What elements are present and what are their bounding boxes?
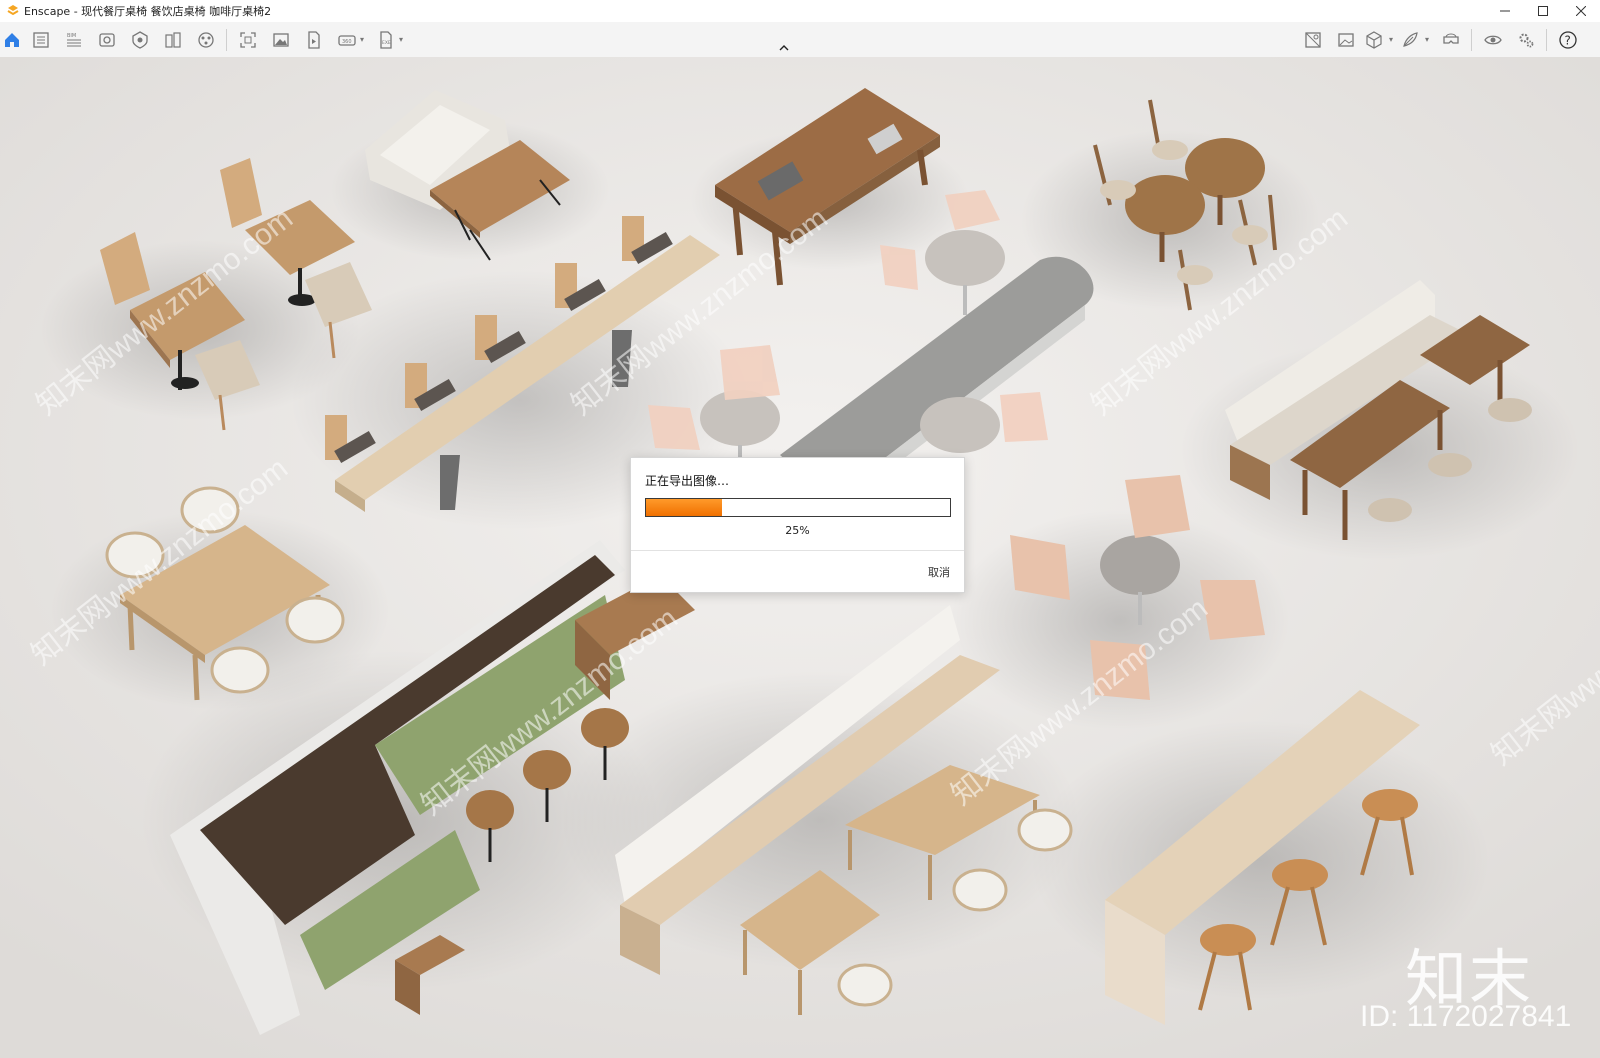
help-button[interactable]: ? [1551,22,1584,57]
progress-bar-fill [646,499,722,516]
image-icon [1337,32,1354,47]
toolbar-separator [226,28,227,51]
video-export-icon [307,30,320,49]
toolbar-left-group: BIM 360 ▾ EXE ▾ [0,22,408,57]
view-management-icon [32,31,49,48]
chevron-up-icon [779,45,789,51]
dialog-divider [631,550,964,551]
screenshot-icon [239,31,256,48]
export-progress-dialog: 正在导出图像… 25% 取消 [630,457,965,593]
svg-text:EXE: EXE [382,40,391,46]
video-export-button[interactable] [297,22,330,57]
eye-button[interactable] [1476,22,1509,57]
svg-text:BIM: BIM [67,33,76,39]
asset-library-icon [197,31,214,48]
capture-icon [1304,31,1321,48]
maximize-button[interactable] [1524,0,1562,22]
title-bar: Enscape - 现代餐厅桌椅 餐饮店桌椅 咖啡厅桌椅2 [0,0,1600,22]
safe-frame-button[interactable] [123,22,156,57]
exe-export-button[interactable]: EXE [369,22,402,57]
close-button[interactable] [1562,0,1600,22]
feather-button[interactable] [1398,22,1422,57]
cube-button[interactable] [1362,22,1386,57]
settings-icon [1519,33,1533,47]
panorama-button[interactable]: 360 [330,22,363,57]
toolbar-separator [1546,28,1547,51]
batch-render-icon [272,32,289,47]
eye-icon [1483,35,1502,44]
safe-frame-icon [131,30,148,49]
toolbar-right-group: ▾ ▾ ? [1296,22,1584,57]
svg-text:?: ? [1564,33,1570,47]
progress-bar [645,498,951,517]
clip-planes-icon [164,31,181,48]
image-button[interactable] [1329,22,1362,57]
home-icon [5,32,19,47]
progress-percent: 25% [785,524,810,537]
visual-settings-icon [98,32,115,47]
vr-headset-button[interactable] [1434,22,1467,57]
svg-text:360: 360 [342,39,352,45]
bim-icon: BIM [66,33,81,46]
cube-icon [1366,30,1382,49]
view-management-button[interactable] [24,22,57,57]
capture-button[interactable] [1296,22,1329,57]
vr-headset-icon [1442,33,1459,44]
bim-button[interactable]: BIM [57,22,90,57]
window-title: Enscape - 现代餐厅桌椅 餐饮店桌椅 咖啡厅桌椅2 [24,5,272,18]
enscape-logo-icon [7,5,19,16]
visual-settings-button[interactable] [90,22,123,57]
watermark-id: ID: 1172027841 [1360,1000,1572,1033]
batch-render-button[interactable] [264,22,297,57]
clip-planes-button[interactable] [156,22,189,57]
feather-icon [1403,31,1418,47]
panorama-icon: 360 [337,34,356,46]
maximize-icon [1538,6,1548,16]
asset-library-button[interactable] [189,22,222,57]
cancel-button[interactable]: 取消 [928,564,950,580]
window-controls [1486,0,1600,22]
help-icon: ? [1558,30,1577,49]
exe-export-icon: EXE [379,30,392,49]
close-icon [1576,6,1586,16]
home-button[interactable] [0,22,24,57]
toolbar-separator [1471,28,1472,51]
cube-dropdown-icon[interactable]: ▾ [1386,22,1396,57]
minimize-icon [1500,10,1510,12]
dialog-title: 正在导出图像… [645,474,730,488]
minimize-button[interactable] [1486,0,1524,22]
feather-dropdown-icon[interactable]: ▾ [1422,22,1432,57]
settings-button[interactable] [1509,22,1542,57]
screenshot-button[interactable] [231,22,264,57]
collapse-toolbar-button[interactable] [776,42,792,54]
toolbar: BIM 360 ▾ EXE ▾ ▾ ▾ ? [0,22,1600,58]
